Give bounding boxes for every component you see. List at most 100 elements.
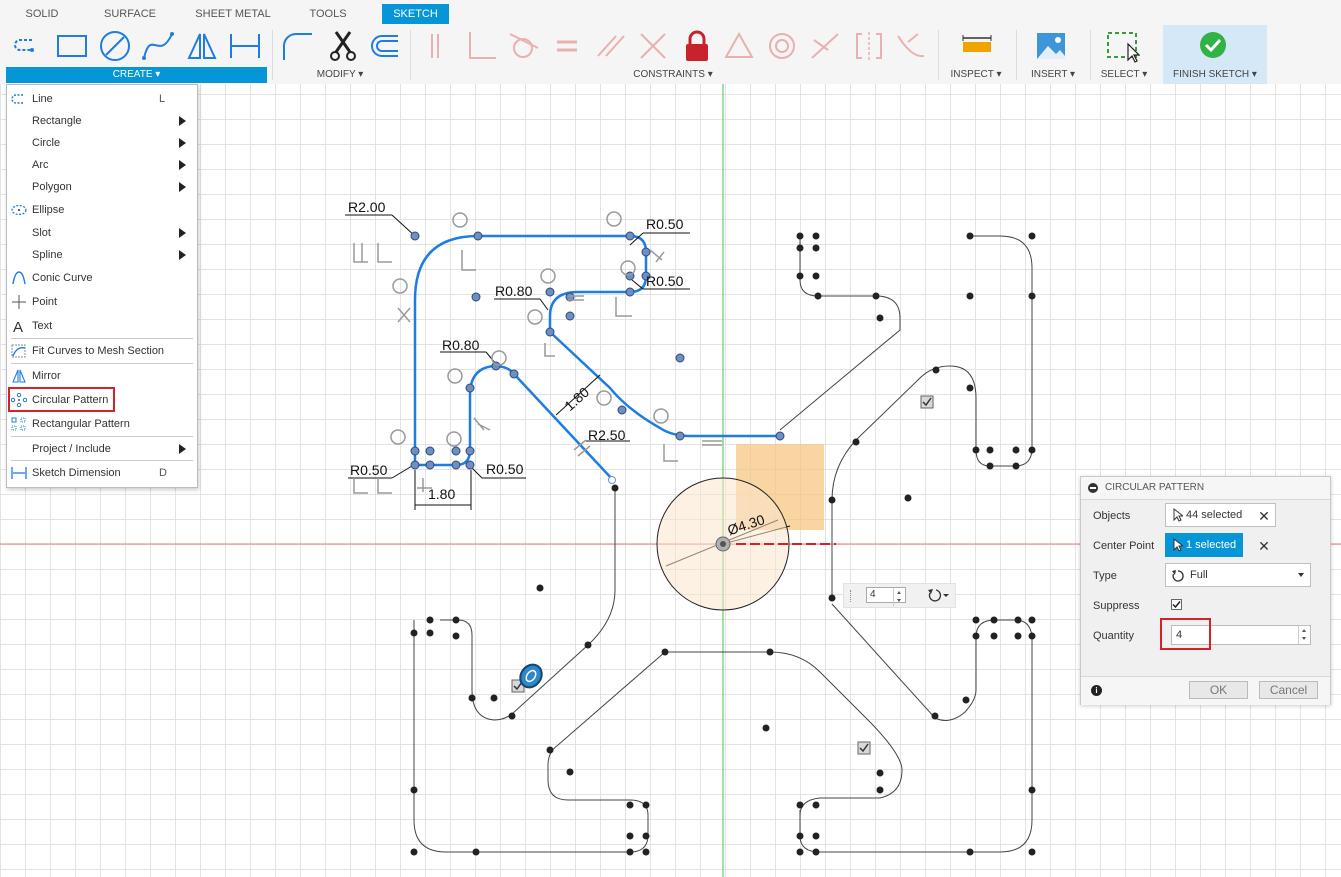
cursor-arrow-icon — [1173, 538, 1183, 552]
coincident-constraint-icon[interactable] — [422, 28, 456, 64]
trim-scissors-icon[interactable] — [326, 28, 360, 64]
fit-curves-icon — [11, 344, 26, 358]
measure-ruler-icon[interactable] — [960, 28, 994, 64]
center-point-selector[interactable]: 1 selected — [1165, 533, 1243, 557]
parallel-constraint-icon[interactable] — [594, 28, 628, 64]
suppress-label: Suppress — [1093, 600, 1140, 612]
menu-item-fit-curves[interactable]: Fit Curves to Mesh Section — [7, 340, 197, 362]
menu-item-project-include[interactable]: Project / Include — [7, 438, 197, 460]
circle-tool-icon[interactable] — [98, 28, 132, 64]
dimension-r05-upper[interactable]: R0.50 — [646, 273, 684, 289]
tab-tools[interactable]: TOOLS — [298, 4, 358, 24]
tab-sheet-metal[interactable]: SHEET METAL — [190, 4, 276, 24]
type-dropdown[interactable]: Full — [1165, 563, 1311, 587]
menu-item-polygon[interactable]: Polygon — [7, 176, 197, 198]
sketch-dimension-tool-icon[interactable] — [228, 28, 262, 64]
menu-item-point[interactable]: Point — [7, 291, 197, 313]
menu-item-spline[interactable]: Spline — [7, 244, 197, 266]
menu-separator — [11, 436, 193, 437]
constraints-menu-button[interactable]: CONSTRAINTS ▾ — [618, 67, 728, 83]
select-menu-button[interactable]: SELECT ▾ — [1092, 67, 1156, 83]
ok-button[interactable]: OK — [1189, 681, 1248, 699]
menu-item-rectangle[interactable]: Rectangle — [7, 110, 197, 132]
quantity-label: Quantity — [1093, 630, 1134, 642]
dimension-r05-top[interactable]: R0.50 — [646, 216, 684, 232]
modify-menu-button[interactable]: MODIFY ▾ — [300, 67, 380, 83]
symmetry-constraint-icon[interactable] — [852, 28, 886, 64]
menu-item-label: Fit Curves to Mesh Section — [32, 345, 165, 357]
fillet-tool-icon[interactable] — [280, 28, 314, 64]
clear-objects-close-icon[interactable]: ✕ — [1257, 508, 1271, 525]
info-icon[interactable]: i — [1091, 685, 1102, 696]
selected-sketch-profile[interactable] — [413, 234, 780, 481]
tab-solid[interactable]: SOLID — [8, 4, 76, 24]
menu-item-arc[interactable]: Arc — [7, 154, 197, 176]
cancel-button[interactable]: Cancel — [1259, 681, 1318, 699]
menu-item-line[interactable]: Line L — [7, 88, 197, 110]
menu-item-rectangular-pattern[interactable]: Rectangular Pattern — [7, 413, 197, 435]
pattern-direction-dropdown-icon[interactable] — [924, 587, 950, 603]
quantity-spinner[interactable] — [1298, 626, 1310, 644]
collinear-constraint-icon[interactable] — [636, 28, 670, 64]
concentric-constraint-icon[interactable] — [765, 28, 799, 64]
tangent-constraint-icon[interactable] — [506, 28, 540, 64]
dimension-r05-right[interactable]: R0.50 — [486, 461, 524, 477]
dimension-1-8-diagonal[interactable]: 1.80 — [561, 384, 592, 414]
tab-sketch[interactable]: SKETCH — [382, 4, 449, 24]
menu-item-conic-curve[interactable]: Conic Curve — [7, 267, 197, 289]
menu-item-label: Rectangular Pattern — [32, 418, 130, 430]
ellipse-icon — [11, 204, 27, 216]
collapse-icon[interactable] — [1088, 483, 1098, 493]
toolbar-separator — [1016, 30, 1017, 80]
clear-center-point-close-icon[interactable]: ✕ — [1257, 538, 1271, 555]
text-icon: A — [13, 319, 23, 333]
menu-item-sketch-dimension[interactable]: Sketch Dimension D — [7, 462, 197, 484]
drag-handle-icon[interactable] — [850, 590, 853, 602]
mirror-tool-icon[interactable] — [185, 28, 219, 64]
type-label: Type — [1093, 570, 1117, 582]
perpendicular-constraint-icon[interactable] — [464, 28, 498, 64]
triangle-constraint-icon[interactable] — [722, 28, 756, 64]
submenu-arrow-icon — [179, 444, 186, 454]
menu-item-shortcut: L — [159, 93, 166, 105]
curvature-constraint-icon[interactable] — [894, 28, 928, 64]
dimension-r08-lower[interactable]: R0.80 — [442, 337, 480, 353]
dimension-1-8-horizontal[interactable]: 1.80 — [428, 486, 455, 502]
menu-item-mirror[interactable]: Mirror — [7, 365, 197, 387]
insert-menu-button[interactable]: INSERT ▾ — [1024, 67, 1082, 83]
finish-sketch-menu-button[interactable]: FINISH SKETCH ▾ — [1163, 67, 1267, 83]
line-tool-icon[interactable] — [12, 28, 46, 64]
create-menu-button[interactable]: CREATE ▾ — [6, 67, 267, 83]
dimension-r25[interactable]: R2.50 — [588, 427, 626, 443]
rectangle-tool-icon[interactable] — [55, 28, 89, 64]
menu-item-label: Spline — [32, 249, 63, 261]
menu-item-ellipse[interactable]: Ellipse — [7, 199, 197, 221]
midpoint-constraint-icon[interactable] — [808, 28, 842, 64]
menu-item-text[interactable]: A Text — [7, 315, 197, 337]
dialog-title-bar[interactable]: CIRCULAR PATTERN — [1081, 477, 1330, 500]
objects-label: Objects — [1093, 510, 1131, 522]
tab-surface[interactable]: SURFACE — [96, 4, 164, 24]
dimension-r05-left[interactable]: R0.50 — [350, 462, 388, 478]
spline-tool-icon[interactable] — [141, 28, 175, 64]
line-icon — [11, 94, 23, 104]
cursor-arrow-icon — [1173, 508, 1183, 522]
mirror-icon — [12, 369, 26, 383]
dimension-r2[interactable]: R2.00 — [348, 199, 386, 215]
submenu-arrow-icon — [179, 138, 186, 148]
menu-separator — [11, 460, 193, 461]
menu-item-label: Mirror — [32, 370, 61, 382]
dimension-r08-upper[interactable]: R0.80 — [495, 283, 533, 299]
inline-quantity-input[interactable]: 4 — [866, 587, 906, 606]
offset-tool-icon[interactable] — [368, 28, 402, 64]
inspect-menu-button[interactable]: INSPECT ▾ — [944, 67, 1008, 83]
fix-lock-icon[interactable] — [680, 28, 714, 64]
toolbar-separator — [1090, 30, 1091, 80]
select-window-icon[interactable] — [1106, 28, 1141, 64]
suppress-checkbox[interactable] — [1171, 599, 1182, 610]
inline-quantity-spinner[interactable] — [893, 588, 905, 606]
equal-constraint-icon[interactable] — [550, 28, 584, 64]
menu-item-circle[interactable]: Circle — [7, 132, 197, 154]
menu-item-slot[interactable]: Slot — [7, 222, 197, 244]
insert-image-icon[interactable] — [1034, 28, 1068, 64]
